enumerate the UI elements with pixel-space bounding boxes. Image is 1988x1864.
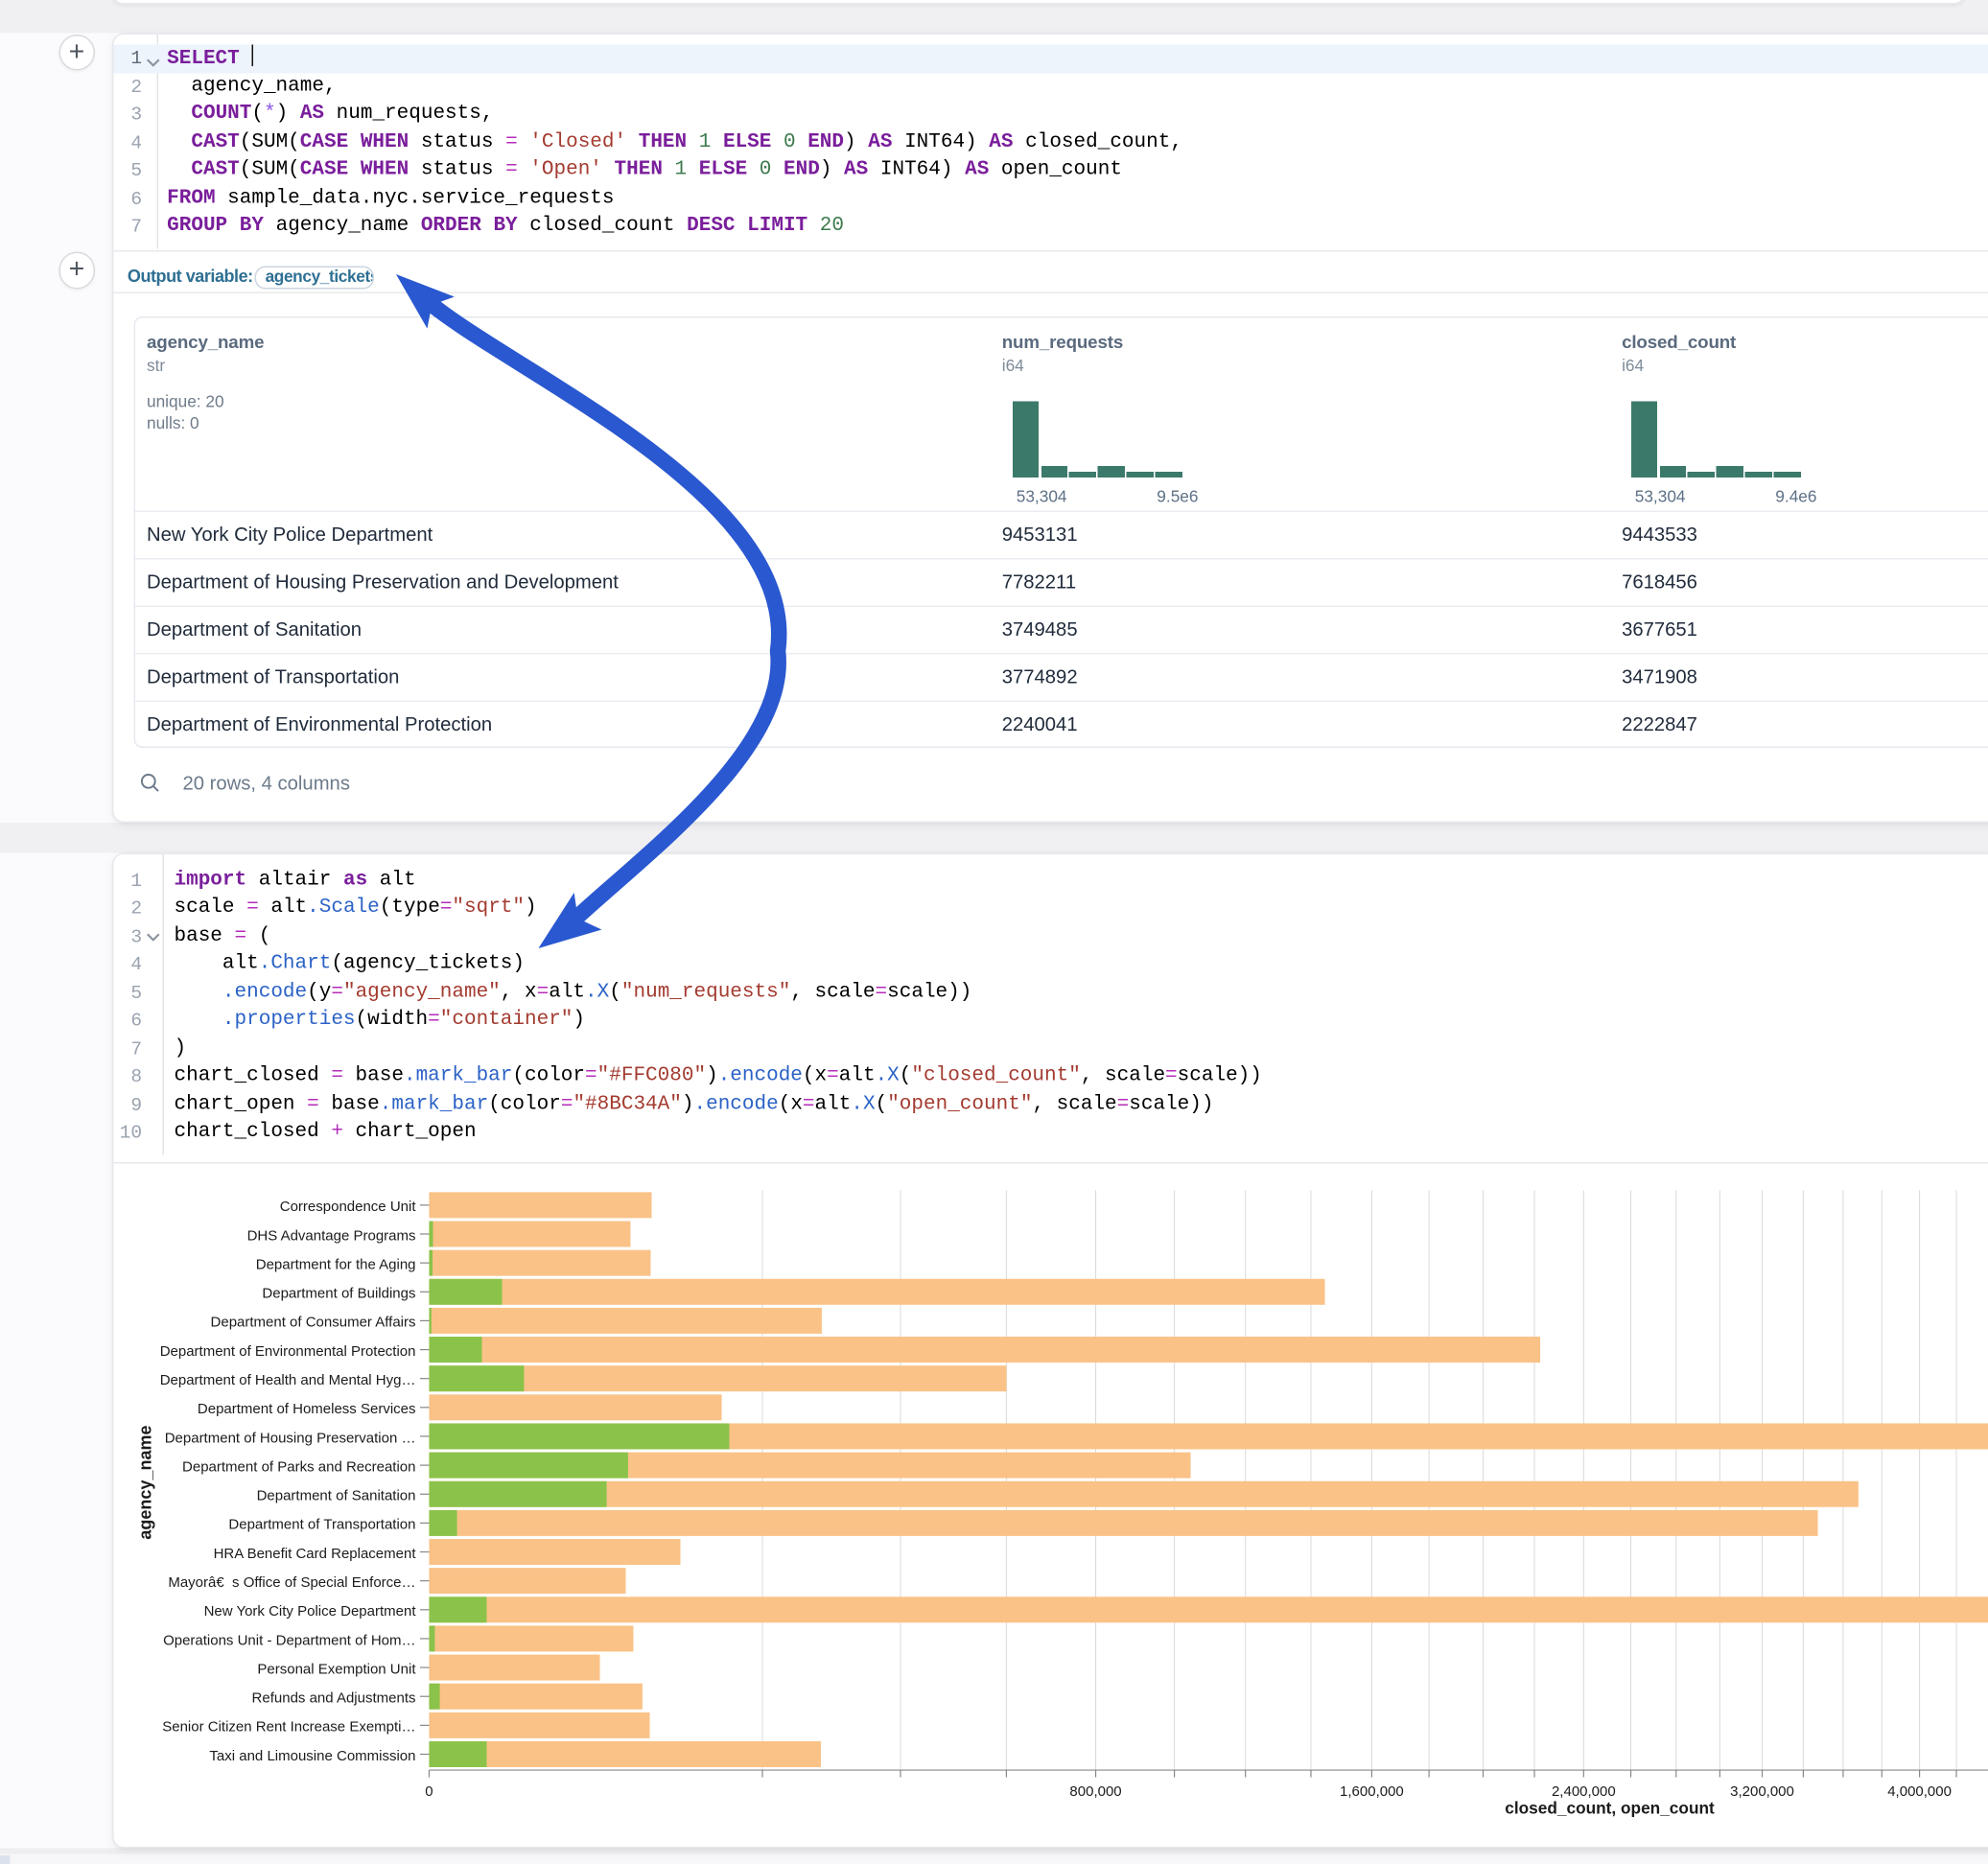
svg-text:1,600,000: 1,600,000 xyxy=(1340,1783,1404,1800)
svg-text:3,200,000: 3,200,000 xyxy=(1730,1783,1794,1800)
svg-text:4,000,000: 4,000,000 xyxy=(1887,1783,1952,1800)
svg-text:2,400,000: 2,400,000 xyxy=(1552,1783,1616,1800)
svg-text:0: 0 xyxy=(425,1783,433,1800)
svg-text:Department of Environmental Pr: Department of Environmental Protection xyxy=(160,1343,416,1360)
svg-text:Department of Homeless Service: Department of Homeless Services xyxy=(198,1402,416,1418)
svg-text:Senior Citizen Rent Increase E: Senior Citizen Rent Increase Exempti… xyxy=(162,1719,415,1736)
svg-text:DHS Advantage Programs: DHS Advantage Programs xyxy=(247,1228,416,1245)
svg-text:Department of Buildings: Department of Buildings xyxy=(262,1286,415,1302)
svg-text:Taxi and Limousine Commission: Taxi and Limousine Commission xyxy=(209,1748,415,1764)
svg-text:Department of Health and Menta: Department of Health and Mental Hyg… xyxy=(160,1372,416,1388)
svg-text:Department for the Aging: Department for the Aging xyxy=(256,1257,416,1273)
svg-text:Department of Parks and Recrea: Department of Parks and Recreation xyxy=(182,1459,415,1476)
svg-text:Operations Unit - Department o: Operations Unit - Department of Hom… xyxy=(163,1633,415,1649)
svg-text:800,000: 800,000 xyxy=(1069,1783,1121,1800)
svg-text:Department of Housing Preserva: Department of Housing Preservation … xyxy=(165,1431,416,1447)
svg-text:Correspondence Unit: Correspondence Unit xyxy=(280,1200,417,1216)
svg-text:New York City Police Departmen: New York City Police Department xyxy=(204,1604,417,1620)
svg-text:Personal Exemption Unit: Personal Exemption Unit xyxy=(257,1662,416,1678)
svg-text:Department of Transportation: Department of Transportation xyxy=(228,1517,415,1533)
svg-text:closed_count, open_count: closed_count, open_count xyxy=(1505,1799,1715,1818)
svg-text:Refunds and Adjustments: Refunds and Adjustments xyxy=(252,1690,416,1707)
svg-text:agency_name: agency_name xyxy=(136,1426,155,1540)
svg-text:Mayorâ€ s Office of Special E: Mayorâ€ s Office of Special Enforce… xyxy=(168,1574,415,1591)
svg-text:Department of Consumer Affairs: Department of Consumer Affairs xyxy=(211,1315,416,1331)
svg-text:Department of Sanitation: Department of Sanitation xyxy=(257,1488,416,1504)
svg-text:HRA Benefit Card Replacement: HRA Benefit Card Replacement xyxy=(214,1546,417,1562)
